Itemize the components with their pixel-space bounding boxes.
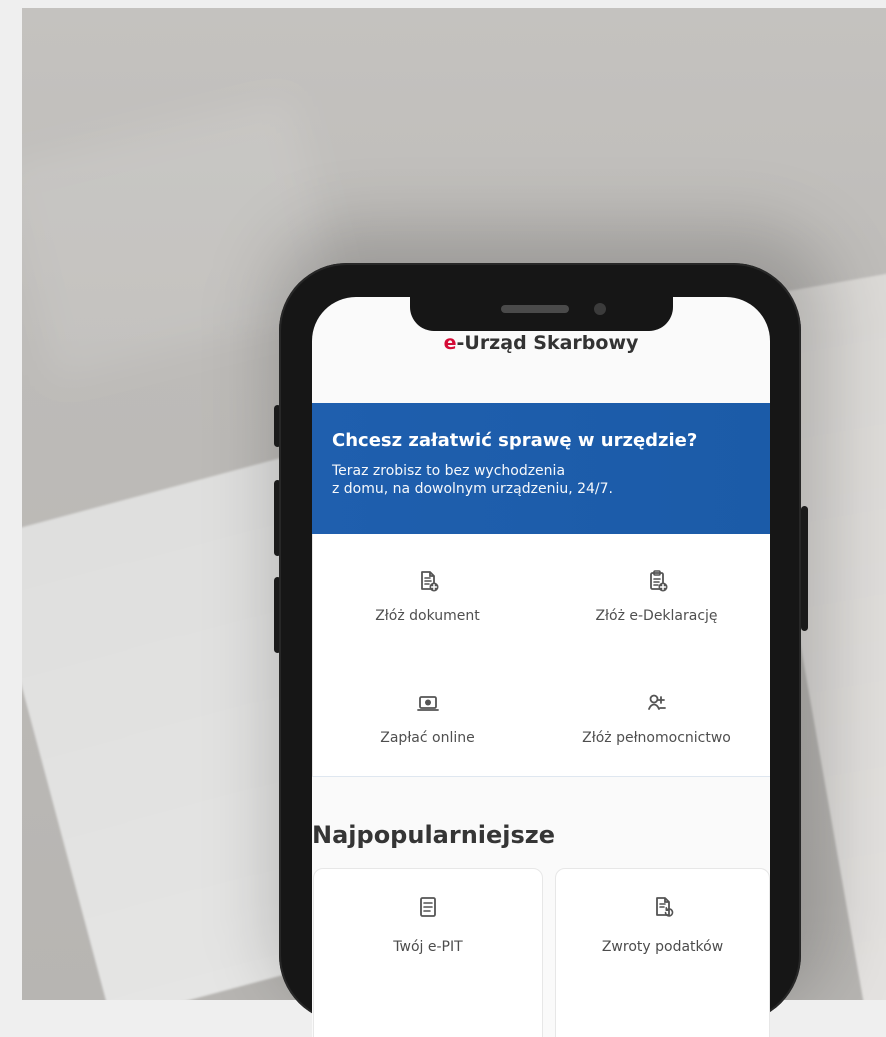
user-add-icon <box>647 694 666 710</box>
clipboard-add-icon <box>649 570 667 592</box>
document-list-icon <box>420 897 436 917</box>
action-pay-online[interactable]: Zapłać online <box>313 689 542 747</box>
camera-icon <box>594 303 606 315</box>
popular-card-tax-refunds[interactable]: Zwroty podatków <box>555 868 770 1037</box>
phone-frame: e-Urząd Skarbowy Chcesz załatwić sprawę … <box>279 263 801 1037</box>
hero-subtitle-line-2: z domu, na dowolnym urządzeniu, 24/7. <box>332 481 613 498</box>
app-title: e-Urząd Skarbowy <box>312 332 770 354</box>
popular-card-label-tax-refunds: Zwroty podatków <box>601 939 724 955</box>
brand-name: -Urząd Skarbowy <box>456 332 639 354</box>
payment-icon <box>416 696 439 711</box>
action-label-pay-online: Zapłać online <box>380 730 475 746</box>
quick-actions-grid: Złóż dokument Złóż e-Deklarację Zapłać o… <box>312 534 770 777</box>
refund-icon <box>655 897 673 917</box>
action-label-submit-power-of-attorney: Złóż pełnomocnictwo <box>582 730 731 746</box>
hero-title: Chcesz załatwić sprawę w urzędzie? <box>332 430 698 451</box>
action-submit-power-of-attorney[interactable]: Złóż pełnomocnictwo <box>542 689 770 747</box>
hero-subtitle: Teraz zrobisz to bez wychodzenia z domu,… <box>332 462 750 499</box>
phone-side-button <box>801 506 808 631</box>
action-label-submit-document: Złóż dokument <box>375 608 480 624</box>
document-add-icon <box>420 571 438 592</box>
phone-screen: e-Urząd Skarbowy Chcesz załatwić sprawę … <box>312 297 770 1037</box>
hero-banner: Chcesz załatwić sprawę w urzędzie? Teraz… <box>312 403 770 534</box>
brand-prefix: e <box>443 332 457 354</box>
action-submit-e-declaration[interactable]: Złóż e-Deklarację <box>542 567 770 625</box>
hero-subtitle-line-1: Teraz zrobisz to bez wychodzenia <box>332 462 566 479</box>
action-submit-document[interactable]: Złóż dokument <box>313 567 542 625</box>
speaker-icon <box>501 305 569 313</box>
phone-notch <box>410 297 673 331</box>
popular-card-e-pit[interactable]: Twój e-PIT <box>313 868 543 1037</box>
popular-card-label-e-pit: Twój e-PIT <box>393 939 463 955</box>
popular-section-title: Najpopularniejsze <box>312 821 556 849</box>
action-label-submit-e-declaration: Złóż e-Deklarację <box>595 608 718 624</box>
